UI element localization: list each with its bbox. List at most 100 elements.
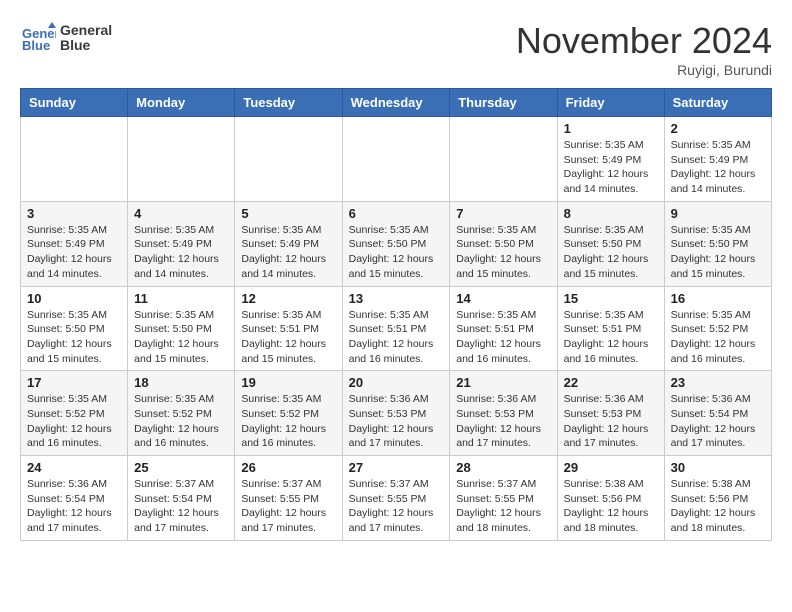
calendar-cell: 26 Sunrise: 5:37 AM Sunset: 5:55 PM Dayli… [235,456,342,541]
calendar-week-1: 1Sunrise: 5:35 AM Sunset: 5:49 PM Daylig… [21,117,772,202]
day-info: Sunrise: 5:35 AM Sunset: 5:50 PM Dayligh… [349,223,444,282]
calendar-cell: 11Sunrise: 5:35 AM Sunset: 5:50 PM Dayli… [128,286,235,371]
calendar-week-3: 10Sunrise: 5:35 AM Sunset: 5:50 PM Dayli… [21,286,772,371]
location: Ruyigi, Burundi [516,62,772,78]
calendar-cell: 14 Sunrise: 5:35 AM Sunset: 5:51 PM Dayli… [450,286,557,371]
calendar-cell: 23 Sunrise: 5:36 AM Sunset: 5:54 PM Dayli… [664,371,771,456]
logo-line2: Blue [60,38,112,53]
day-number: 20 [349,375,444,390]
day-number: 23 [671,375,765,390]
weekday-header-wednesday: Wednesday [342,89,450,117]
logo-text: General Blue [60,23,112,54]
calendar-week-2: 3 Sunrise: 5:35 AM Sunset: 5:49 PM Daylig… [21,201,772,286]
calendar-cell: 25 Sunrise: 5:37 AM Sunset: 5:54 PM Dayli… [128,456,235,541]
day-number: 29 [564,460,658,475]
day-number: 18 [134,375,228,390]
day-number: 25 [134,460,228,475]
calendar-cell: 16 Sunrise: 5:35 AM Sunset: 5:52 PM Dayli… [664,286,771,371]
calendar-cell [128,117,235,202]
day-info: Sunrise: 5:37 AM Sunset: 5:54 PM Dayligh… [134,477,228,536]
day-number: 22 [564,375,658,390]
day-number: 13 [349,291,444,306]
calendar-cell: 20 Sunrise: 5:36 AM Sunset: 5:53 PM Dayli… [342,371,450,456]
calendar-cell: 28 Sunrise: 5:37 AM Sunset: 5:55 PM Dayli… [450,456,557,541]
day-info: Sunrise: 5:36 AM Sunset: 5:54 PM Dayligh… [671,392,765,451]
calendar-cell: 4Sunrise: 5:35 AM Sunset: 5:49 PM Daylig… [128,201,235,286]
calendar-week-5: 24Sunrise: 5:36 AM Sunset: 5:54 PM Dayli… [21,456,772,541]
day-info: Sunrise: 5:35 AM Sunset: 5:52 PM Dayligh… [27,392,121,451]
day-info: Sunrise: 5:37 AM Sunset: 5:55 PM Dayligh… [456,477,550,536]
day-info: Sunrise: 5:35 AM Sunset: 5:50 PM Dayligh… [456,223,550,282]
month-title: November 2024 [516,20,772,62]
day-number: 9 [671,206,765,221]
day-info: Sunrise: 5:35 AM Sunset: 5:51 PM Dayligh… [349,308,444,367]
calendar-cell: 22Sunrise: 5:36 AM Sunset: 5:53 PM Dayli… [557,371,664,456]
day-info: Sunrise: 5:36 AM Sunset: 5:54 PM Dayligh… [27,477,121,536]
calendar-cell: 6 Sunrise: 5:35 AM Sunset: 5:50 PM Daylig… [342,201,450,286]
day-number: 26 [241,460,335,475]
day-info: Sunrise: 5:35 AM Sunset: 5:51 PM Dayligh… [241,308,335,367]
calendar-cell: 21 Sunrise: 5:36 AM Sunset: 5:53 PM Dayli… [450,371,557,456]
weekday-header-row: SundayMondayTuesdayWednesdayThursdayFrid… [21,89,772,117]
calendar-cell: 27Sunrise: 5:37 AM Sunset: 5:55 PM Dayli… [342,456,450,541]
calendar-week-4: 17 Sunrise: 5:35 AM Sunset: 5:52 PM Dayli… [21,371,772,456]
day-info: Sunrise: 5:36 AM Sunset: 5:53 PM Dayligh… [456,392,550,451]
calendar-cell: 15 Sunrise: 5:35 AM Sunset: 5:51 PM Dayli… [557,286,664,371]
calendar-cell: 2 Sunrise: 5:35 AM Sunset: 5:49 PM Daylig… [664,117,771,202]
day-info: Sunrise: 5:35 AM Sunset: 5:51 PM Dayligh… [456,308,550,367]
day-number: 5 [241,206,335,221]
day-info: Sunrise: 5:35 AM Sunset: 5:49 PM Dayligh… [671,138,765,197]
logo: General Blue General Blue [20,20,112,56]
day-number: 15 [564,291,658,306]
logo-line1: General [60,23,112,38]
day-number: 17 [27,375,121,390]
day-info: Sunrise: 5:38 AM Sunset: 5:56 PM Dayligh… [671,477,765,536]
svg-text:Blue: Blue [22,38,50,53]
calendar-cell: 9 Sunrise: 5:35 AM Sunset: 5:50 PM Daylig… [664,201,771,286]
day-number: 8 [564,206,658,221]
calendar-cell [21,117,128,202]
day-info: Sunrise: 5:38 AM Sunset: 5:56 PM Dayligh… [564,477,658,536]
day-info: Sunrise: 5:35 AM Sunset: 5:52 PM Dayligh… [134,392,228,451]
day-number: 11 [134,291,228,306]
day-number: 30 [671,460,765,475]
page-header: General Blue General Blue November 2024 … [20,20,772,78]
day-number: 19 [241,375,335,390]
calendar-cell: 3 Sunrise: 5:35 AM Sunset: 5:49 PM Daylig… [21,201,128,286]
day-info: Sunrise: 5:35 AM Sunset: 5:50 PM Dayligh… [671,223,765,282]
calendar-cell [235,117,342,202]
day-number: 12 [241,291,335,306]
calendar-cell: 5 Sunrise: 5:35 AM Sunset: 5:49 PM Daylig… [235,201,342,286]
calendar-cell: 8 Sunrise: 5:35 AM Sunset: 5:50 PM Daylig… [557,201,664,286]
day-number: 2 [671,121,765,136]
logo-icon: General Blue [20,20,56,56]
calendar-table: SundayMondayTuesdayWednesdayThursdayFrid… [20,88,772,541]
weekday-header-saturday: Saturday [664,89,771,117]
day-number: 21 [456,375,550,390]
day-number: 3 [27,206,121,221]
weekday-header-monday: Monday [128,89,235,117]
day-number: 16 [671,291,765,306]
calendar-cell: 18 Sunrise: 5:35 AM Sunset: 5:52 PM Dayli… [128,371,235,456]
calendar-cell: 29 Sunrise: 5:38 AM Sunset: 5:56 PM Dayli… [557,456,664,541]
day-info: Sunrise: 5:35 AM Sunset: 5:49 PM Dayligh… [27,223,121,282]
calendar-cell [342,117,450,202]
day-number: 6 [349,206,444,221]
day-info: Sunrise: 5:35 AM Sunset: 5:52 PM Dayligh… [241,392,335,451]
day-info: Sunrise: 5:37 AM Sunset: 5:55 PM Dayligh… [241,477,335,536]
day-info: Sunrise: 5:35 AM Sunset: 5:49 PM Dayligh… [564,138,658,197]
day-number: 28 [456,460,550,475]
day-info: Sunrise: 5:35 AM Sunset: 5:49 PM Dayligh… [134,223,228,282]
calendar-cell: 24Sunrise: 5:36 AM Sunset: 5:54 PM Dayli… [21,456,128,541]
day-info: Sunrise: 5:35 AM Sunset: 5:51 PM Dayligh… [564,308,658,367]
calendar-cell: 13 Sunrise: 5:35 AM Sunset: 5:51 PM Dayli… [342,286,450,371]
day-info: Sunrise: 5:36 AM Sunset: 5:53 PM Dayligh… [349,392,444,451]
calendar-cell: 1Sunrise: 5:35 AM Sunset: 5:49 PM Daylig… [557,117,664,202]
calendar-cell: 17 Sunrise: 5:35 AM Sunset: 5:52 PM Dayli… [21,371,128,456]
day-info: Sunrise: 5:35 AM Sunset: 5:49 PM Dayligh… [241,223,335,282]
day-info: Sunrise: 5:35 AM Sunset: 5:50 PM Dayligh… [564,223,658,282]
day-number: 27 [349,460,444,475]
day-info: Sunrise: 5:35 AM Sunset: 5:52 PM Dayligh… [671,308,765,367]
calendar-cell [450,117,557,202]
day-number: 14 [456,291,550,306]
